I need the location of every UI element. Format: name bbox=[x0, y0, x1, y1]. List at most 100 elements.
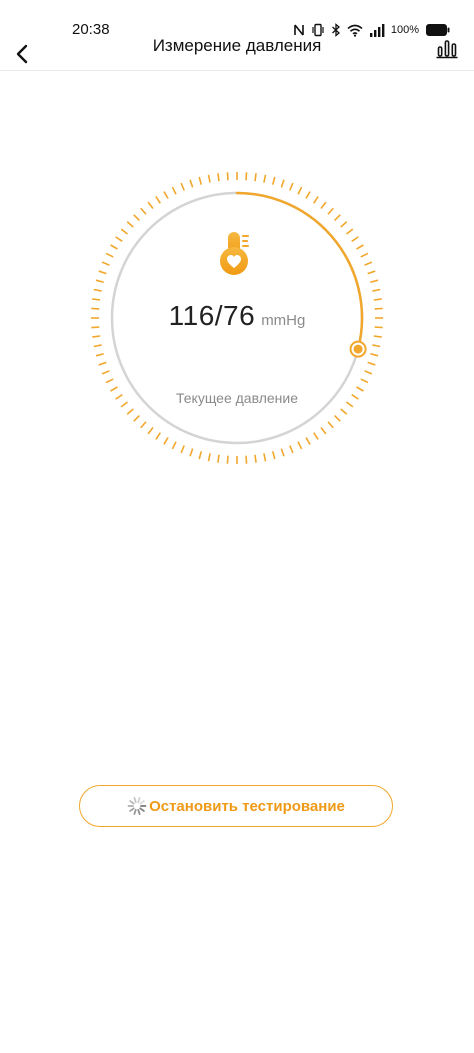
pressure-value: 116/76 bbox=[168, 300, 256, 331]
bar-chart-icon bbox=[436, 40, 458, 59]
battery-icon bbox=[426, 24, 450, 36]
gauge-caption: Текущее давление bbox=[175, 390, 299, 406]
gauge-tick bbox=[313, 196, 319, 204]
gauge-tick bbox=[207, 174, 211, 183]
stop-testing-label: Остановить тестирование bbox=[149, 797, 345, 815]
gauge-tick bbox=[334, 415, 341, 422]
gauge-tick bbox=[155, 432, 161, 440]
gauge-tick bbox=[133, 415, 140, 422]
gauge-tick bbox=[340, 221, 348, 228]
gauge-tick bbox=[198, 176, 203, 185]
battery-percent: 100% bbox=[390, 24, 419, 36]
gauge-tick bbox=[280, 448, 285, 457]
gauge-tick bbox=[289, 445, 294, 454]
gauge-tick bbox=[93, 288, 102, 292]
gauge-tick bbox=[226, 455, 229, 464]
gauge-tick bbox=[217, 173, 220, 182]
gauge-tick bbox=[340, 408, 348, 415]
gauge-tick bbox=[110, 244, 118, 250]
gauge-tick bbox=[92, 335, 101, 338]
gauge-tick bbox=[320, 201, 327, 210]
gauge-tick bbox=[105, 378, 114, 384]
gauge-tick bbox=[171, 186, 177, 195]
pressure-gauge: 116/76 mmHg Текущее давление bbox=[87, 168, 387, 468]
gauge-tick bbox=[372, 288, 381, 292]
gauge-tick bbox=[364, 261, 373, 266]
gauge-tick bbox=[147, 426, 154, 435]
gauge-tick bbox=[126, 408, 134, 415]
header-divider bbox=[0, 70, 474, 71]
gauge-tick bbox=[263, 174, 267, 183]
vibrate-icon bbox=[311, 23, 325, 37]
gauge-tick bbox=[163, 437, 169, 445]
gauge-tick bbox=[133, 214, 140, 221]
gauge-tick bbox=[155, 196, 161, 204]
gauge-tick bbox=[93, 344, 102, 348]
gauge-tick bbox=[207, 453, 211, 462]
gauge-tick bbox=[189, 179, 194, 188]
gauge-tick bbox=[313, 432, 319, 440]
gauge-tick bbox=[98, 361, 107, 366]
stop-testing-button[interactable]: Остановить тестирование bbox=[79, 785, 393, 827]
gauge-tick bbox=[95, 352, 104, 357]
gauge-tick bbox=[171, 441, 177, 450]
gauge-tick bbox=[147, 201, 154, 210]
gauge-tick bbox=[297, 186, 303, 195]
gauge-tick bbox=[351, 236, 359, 242]
gauge-tick bbox=[280, 179, 285, 188]
gauge-tick bbox=[245, 455, 248, 464]
gauge-tick bbox=[95, 279, 104, 284]
gauge-tick bbox=[271, 451, 276, 460]
pressure-reading: 116/76 mmHg bbox=[87, 300, 387, 332]
gauge-tick bbox=[105, 252, 114, 258]
loading-spinner-icon bbox=[127, 797, 147, 815]
gauge-tick bbox=[367, 361, 376, 366]
gauge-tick bbox=[364, 370, 373, 375]
gauge-tick bbox=[254, 454, 257, 463]
gauge-tick bbox=[289, 182, 294, 191]
gauge-tick bbox=[98, 270, 107, 275]
gauge-tick bbox=[373, 335, 382, 338]
gauge-tick bbox=[367, 270, 376, 275]
gauge-tick bbox=[370, 279, 379, 284]
gauge-tick bbox=[305, 191, 311, 199]
gauge-tick bbox=[245, 172, 248, 181]
gauge-tick bbox=[372, 344, 381, 348]
signal-icon bbox=[369, 23, 385, 37]
bluetooth-icon bbox=[331, 23, 341, 37]
gauge-tick bbox=[126, 221, 134, 228]
gauge-tick bbox=[254, 173, 257, 182]
app-header: Измерение давления bbox=[0, 36, 474, 102]
gauge-tick bbox=[120, 228, 129, 235]
gauge-tick bbox=[320, 426, 327, 435]
gauge-tick bbox=[140, 207, 147, 215]
gauge-tick bbox=[360, 378, 369, 384]
gauge-tick bbox=[101, 370, 110, 375]
gauge-progress-knob bbox=[349, 340, 367, 358]
gauge-tick bbox=[163, 191, 169, 199]
gauge-tick bbox=[180, 182, 185, 191]
gauge-tick bbox=[189, 448, 194, 457]
gauge-tick bbox=[334, 214, 341, 221]
gauge-tick bbox=[271, 176, 276, 185]
gauge-tick bbox=[327, 207, 334, 215]
gauge-tick bbox=[198, 451, 203, 460]
gauge-tick bbox=[140, 421, 147, 429]
gauge-tick bbox=[217, 454, 220, 463]
gauge-tick bbox=[180, 445, 185, 454]
pressure-unit: mmHg bbox=[261, 312, 306, 329]
gauge-tick bbox=[356, 244, 364, 250]
gauge-tick bbox=[263, 453, 267, 462]
gauge-tick bbox=[101, 261, 110, 266]
gauge-tick bbox=[327, 421, 334, 429]
page-title: Измерение давления bbox=[152, 36, 322, 55]
gauge-tick bbox=[345, 228, 354, 235]
gauge-tick bbox=[305, 437, 311, 445]
gauge-tick bbox=[226, 172, 229, 181]
gauge-tick bbox=[297, 441, 303, 450]
wifi-icon bbox=[347, 24, 363, 37]
gauge-tick bbox=[115, 236, 123, 242]
nfc-icon bbox=[293, 23, 305, 37]
gauge-tick bbox=[360, 252, 369, 258]
history-button[interactable] bbox=[434, 36, 460, 62]
